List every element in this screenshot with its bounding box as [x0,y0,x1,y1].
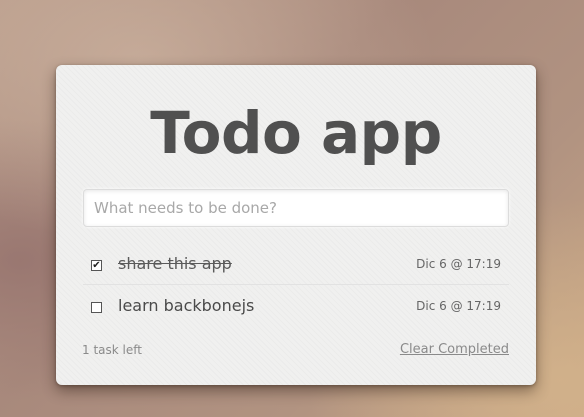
clear-completed-link[interactable]: Clear Completed [400,342,509,357]
app-title: Todo app [150,99,442,167]
todo-checkbox[interactable]: ✔ [91,260,102,271]
todo-date: Dic 6 @ 17:19 [416,257,501,271]
new-todo-input[interactable] [83,189,509,227]
tasks-left-count: 1 task left [82,343,142,357]
todo-list: ✔ share this app Dic 6 @ 17:19 learn bac… [83,243,509,326]
todo-item: learn backbonejs Dic 6 @ 17:19 [83,285,509,326]
todo-text[interactable]: learn backbonejs [118,296,254,315]
todo-card: Todo app ✔ share this app Dic 6 @ 17:19 … [56,65,536,385]
todo-item: ✔ share this app Dic 6 @ 17:19 [83,243,509,285]
todo-text[interactable]: share this app [118,254,232,273]
todo-checkbox[interactable] [91,302,102,313]
todo-date: Dic 6 @ 17:19 [416,299,501,313]
